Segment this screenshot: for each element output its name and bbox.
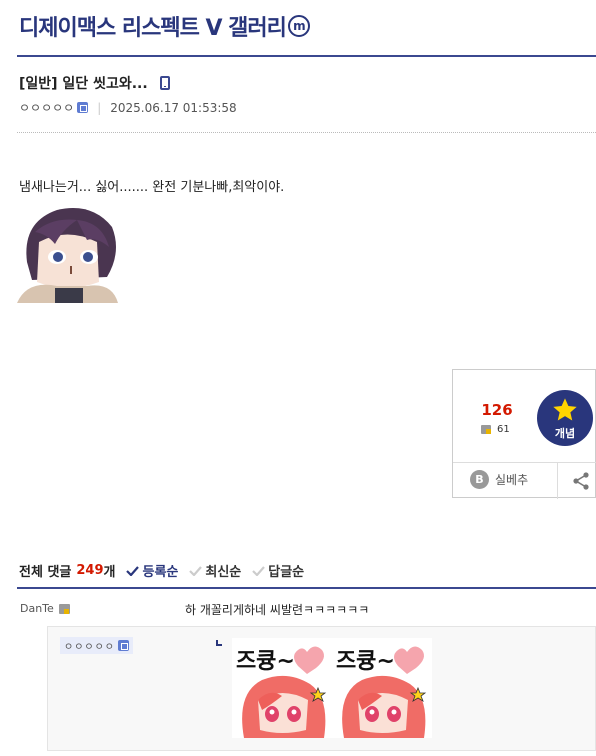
- vote-divider: [453, 462, 596, 463]
- check-icon: [189, 565, 203, 576]
- post-title-text: [일반] 일단 씻고와...: [19, 76, 148, 92]
- post-meta: ㅇㅇㅇㅇㅇ | 2025.06.17 01:53:58: [19, 99, 237, 116]
- dccon-text: 즈큥~: [236, 649, 295, 674]
- check-icon: [126, 565, 140, 576]
- reply-author[interactable]: ㅇㅇㅇㅇㅇ: [60, 637, 133, 654]
- comment-count-unit: 개: [103, 565, 116, 580]
- mobile-icon: [159, 76, 170, 90]
- character-image: [17, 202, 118, 303]
- vote-box: 126 61 개념 B 실베추: [452, 369, 596, 499]
- recommend-count: 126: [481, 401, 513, 419]
- comment-text: 하 개꼴리게하네 씨발련ㅋㅋㅋㅋㅋㅋ: [185, 603, 370, 617]
- dccon-sticker[interactable]: 즈큥~: [232, 638, 332, 738]
- recommend-button[interactable]: 개념: [537, 390, 593, 446]
- comment-author[interactable]: DanTe: [20, 602, 70, 615]
- fixed-user-icon: [58, 603, 70, 614]
- header-divider: [17, 132, 596, 133]
- comment-author-nick: DanTe: [20, 602, 54, 615]
- reply-author-nick: ㅇㅇㅇㅇㅇ: [64, 642, 115, 653]
- comment-count: 249: [76, 563, 104, 578]
- comment-divider: [17, 587, 596, 589]
- reply-arrow-icon: [216, 640, 222, 646]
- gallery-title[interactable]: 디제이맥스 리스펙트 V 갤러리 m: [19, 10, 310, 42]
- post-author[interactable]: ㅇㅇㅇㅇㅇ: [19, 99, 74, 116]
- check-icon: [252, 565, 266, 576]
- real-best-button[interactable]: B 실베추: [470, 470, 528, 489]
- dccon-text: 즈큥~: [336, 649, 395, 674]
- fixed-count: 61: [497, 424, 510, 435]
- post-title: [일반] 일단 씻고와...: [19, 73, 170, 93]
- nick-badge-icon: [118, 640, 129, 651]
- star-icon: [553, 397, 577, 420]
- recommend-label: 개념: [554, 426, 576, 440]
- sort-registered-label: 등록순: [142, 565, 179, 580]
- sort-registered[interactable]: 등록순: [126, 561, 178, 580]
- minor-gallery-icon: m: [287, 15, 310, 37]
- comment-header-label: 전체 댓글: [19, 565, 72, 580]
- real-best-icon: B: [470, 470, 489, 489]
- title-divider: [17, 55, 596, 57]
- post-body: 냄새나는거... 싫어....... 완전 기분나빠,최악이야.: [19, 180, 285, 195]
- fixed-user-icon: [481, 425, 491, 434]
- sort-latest-label: 최신순: [205, 565, 242, 580]
- fixed-recommend: 61: [481, 424, 510, 435]
- meta-separator: |: [97, 100, 102, 115]
- sort-replies-label: 답글순: [268, 565, 305, 580]
- comment-header: 전체 댓글 249 개 등록순 최신순 답글순: [19, 561, 304, 580]
- sort-latest[interactable]: 최신순: [189, 561, 241, 580]
- nick-badge-icon: [77, 102, 89, 113]
- sort-replies[interactable]: 답글순: [252, 561, 304, 580]
- gallery-title-text: 디제이맥스 리스펙트 V 갤러리: [19, 16, 287, 41]
- share-icon[interactable]: [571, 471, 591, 491]
- vote-vertical-divider: [557, 462, 558, 499]
- dccon-sticker[interactable]: 즈큥~: [332, 638, 432, 738]
- post-date: 2025.06.17 01:53:58: [110, 100, 237, 115]
- real-best-label: 실베추: [495, 473, 529, 487]
